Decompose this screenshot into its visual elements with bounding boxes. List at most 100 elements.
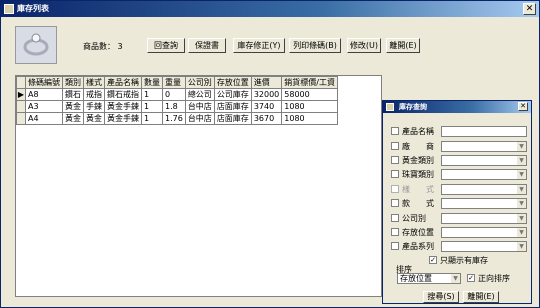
table-row[interactable]: A4 黃金 黃金 黃金手鍊 1 1.76 台中店 店面庫存 3670 1080 [16,112,338,125]
pattern-checkbox[interactable] [391,199,399,207]
table-cell[interactable]: 0 [162,88,186,101]
column-header[interactable]: 存放位置 [213,76,252,89]
series-select[interactable]: ▼ [441,241,527,252]
table-cell[interactable]: 1 [141,112,163,125]
app-icon [4,4,14,14]
sort-select[interactable]: 存放位置 ▼ [397,273,461,284]
warranty-button[interactable]: 保證書 [188,38,226,53]
only-stock-checkbox[interactable]: ✓ [429,256,437,264]
table-cell[interactable]: 黃金手鍊 [104,112,142,125]
style-checkbox[interactable] [391,185,399,193]
table-cell[interactable]: 鑽石 [62,88,84,101]
column-header[interactable]: 重量 [162,76,186,89]
product-image [15,26,57,64]
row-header-corner [16,76,26,89]
chevron-down-icon[interactable]: ▼ [517,228,526,237]
table-cell[interactable]: 1 [141,100,163,113]
table-cell[interactable]: 台中店 [184,112,215,125]
table-cell[interactable]: 手鍊 [83,100,105,113]
column-header[interactable]: 類別 [62,76,84,89]
style-select[interactable]: ▼ [441,184,527,195]
chevron-down-icon[interactable]: ▼ [451,274,460,283]
table-cell[interactable]: 1080 [281,100,338,113]
table-row[interactable]: A3 黃金 手鍊 黃金手鍊 1 1.8 台中店 店面庫存 3740 1080 [16,100,338,113]
table-cell[interactable]: 黃金 [62,112,84,125]
column-header[interactable]: 公司別 [184,76,215,89]
chevron-down-icon[interactable]: ▼ [517,156,526,165]
search-button[interactable]: 搜尋(S) [423,291,459,303]
vendor-checkbox[interactable] [391,142,399,150]
row-header [16,112,26,125]
column-header[interactable]: 條碼編號 [25,76,63,89]
table-cell[interactable]: 鑽石戒指 [104,88,142,101]
product-name-checkbox[interactable] [391,127,399,135]
field-row-series: 產品系列 ▼ [391,241,531,253]
table-cell[interactable]: 黃金 [62,100,84,113]
table-cell[interactable]: 1080 [281,112,338,125]
main-close-button[interactable]: ✕ [523,3,536,15]
chevron-down-icon[interactable]: ▼ [517,170,526,179]
chevron-down-icon[interactable]: ▼ [517,214,526,223]
company-checkbox[interactable] [391,214,399,222]
table-cell[interactable]: 3670 [250,112,283,125]
table-cell[interactable]: 總公司 [184,88,215,101]
product-name-input[interactable] [441,126,527,137]
stock-adjust-button[interactable]: 庫存修正(Y) [233,38,285,53]
ascending-label: 正向排序 [478,274,510,283]
jewelry-category-checkbox[interactable] [391,170,399,178]
query-title-bar[interactable]: 庫存查詢 [383,101,531,113]
ascending-checkbox[interactable]: ✓ [467,274,475,282]
table-cell[interactable]: A4 [25,112,63,125]
vendor-select[interactable]: ▼ [441,141,527,152]
only-stock-label: 只顯示有庫存 [440,256,488,265]
field-label: 珠寶類別 [402,170,434,179]
edit-button[interactable]: 修改(U) [347,38,381,53]
company-select[interactable]: ▼ [441,213,527,224]
column-header[interactable]: 產品名稱 [104,76,142,89]
main-title-bar[interactable]: 庫存列表 [1,1,539,17]
table-cell[interactable]: 58000 [281,88,338,101]
column-header[interactable]: 數量 [141,76,163,89]
chevron-down-icon[interactable]: ▼ [517,142,526,151]
chevron-down-icon[interactable]: ▼ [517,185,526,194]
table-cell[interactable]: A3 [25,100,63,113]
query-exit-button[interactable]: 離開(E) [463,291,499,303]
table-cell[interactable]: 店面庫存 [213,100,252,113]
table-cell[interactable]: 3740 [250,100,283,113]
chevron-down-icon[interactable]: ▼ [517,242,526,251]
location-checkbox[interactable] [391,228,399,236]
table-cell[interactable]: 台中店 [184,100,215,113]
chevron-down-icon[interactable]: ▼ [517,199,526,208]
field-label: 黃金類別 [402,156,434,165]
table-cell[interactable]: A8 [25,88,63,101]
column-header[interactable]: 進價 [250,76,283,89]
table-cell[interactable]: 黃金 [83,112,105,125]
query-close-button[interactable]: ✕ [518,102,528,111]
gold-category-checkbox[interactable] [391,156,399,164]
field-row-company: 公司別 ▼ [391,213,531,225]
pattern-select[interactable]: ▼ [441,198,527,209]
inventory-grid[interactable]: 條碼編號 類別 樣式 產品名稱 數量 重量 公司別 存放位置 進價 銷貨標價/工… [15,75,382,297]
field-row-gold-category: 黃金類別 ▼ [391,155,531,167]
location-select[interactable]: ▼ [441,227,527,238]
series-checkbox[interactable] [391,242,399,250]
table-cell[interactable]: 公司庫存 [213,88,252,101]
table-cell[interactable]: 戒指 [83,88,105,101]
print-barcode-button[interactable]: 列印條碼(B) [289,38,341,53]
exit-button[interactable]: 離開(E) [386,38,420,53]
table-cell[interactable]: 1 [141,88,163,101]
field-row-location: 存放位置 ▼ [391,227,531,239]
gold-category-select[interactable]: ▼ [441,155,527,166]
table-cell[interactable]: 1.8 [162,100,186,113]
table-cell[interactable]: 黃金手鍊 [104,100,142,113]
column-header[interactable]: 銷貨標價/工資 [281,76,338,89]
column-header[interactable]: 樣式 [83,76,105,89]
product-count-value: 3 [117,42,123,51]
table-row[interactable]: ▶ A8 鑽石 戒指 鑽石戒指 1 0 總公司 公司庫存 32000 58000 [16,88,338,101]
table-cell[interactable]: 店面庫存 [213,112,252,125]
back-to-query-button[interactable]: 回查詢 [147,38,185,53]
jewelry-category-select[interactable]: ▼ [441,169,527,180]
field-label: 款 式 [402,199,434,208]
table-cell[interactable]: 1.76 [162,112,186,125]
table-cell[interactable]: 32000 [250,88,283,101]
